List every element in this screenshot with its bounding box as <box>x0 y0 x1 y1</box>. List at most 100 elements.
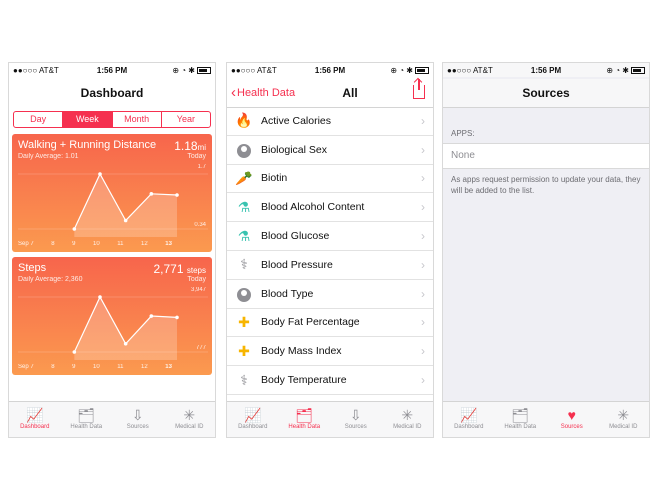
list-item-label: Body Mass Index <box>261 345 342 358</box>
list-item[interactable]: ✚ Body Mass Index › <box>227 337 433 367</box>
status-icons: ⊕ ◔ ✱ <box>172 66 195 75</box>
tab-sources[interactable]: ⇩ Sources <box>330 402 382 437</box>
list-item[interactable]: Biological Sex › <box>227 136 433 165</box>
tab-dashboard[interactable]: 📈 Dashboard <box>9 402 61 437</box>
card-average: Daily Average: 2,360 <box>18 276 83 283</box>
tab-label: Dashboard <box>238 424 268 430</box>
segment-month[interactable]: Month <box>113 112 162 127</box>
folder-heart-icon: 🗂 <box>295 407 314 423</box>
status-bar: ●●○○○ AT&T 1:56 PM ⊕ ◔ ✱ <box>227 63 433 77</box>
chevron-right-icon: › <box>421 315 425 330</box>
tab-health-data[interactable]: 🗂 Health Data <box>495 402 547 437</box>
series-area <box>74 174 177 237</box>
list-item[interactable]: 🥕 Biotin › <box>227 165 433 194</box>
health-data-screen: ●●○○○ AT&T 1:56 PM ⊕ ◔ ✱ ‹Health Data Al… <box>226 62 434 438</box>
data-point <box>98 295 102 299</box>
tab-health-data[interactable]: 🗂 Health Data <box>279 402 331 437</box>
tab-bar: 📈 Dashboard 🗂 Health Data ⇩ Sources ✳ Medica… <box>227 401 433 437</box>
asterisk-icon: ✳ <box>183 407 196 423</box>
tab-label: Medical ID <box>609 424 638 430</box>
stethoscope-icon: ⚕ <box>240 371 248 388</box>
tab-sources[interactable]: ⇩ Sources <box>112 402 164 437</box>
tab-medical-id[interactable]: ✳ Medical ID <box>164 402 216 437</box>
steps-card[interactable]: Steps Daily Average: 2,360 2,771 steps T… <box>12 257 212 375</box>
tab-dashboard[interactable]: 📈 Dashboard <box>443 402 495 437</box>
segment-week[interactable]: Week <box>63 112 113 127</box>
x-tick-label: 12 <box>141 241 148 247</box>
tab-label: Dashboard <box>454 424 484 430</box>
distance-card[interactable]: Walking + Running Distance Daily Average… <box>12 134 212 252</box>
page-title: Sources <box>443 79 649 107</box>
health-data-list: 🔥 Active Calories › Biological Sex › 🥕 Biotin ›… <box>227 107 433 395</box>
stethoscope-icon: ⚕ <box>240 256 248 273</box>
card-value-number: 1.18 <box>174 139 198 153</box>
chevron-right-icon: › <box>421 286 425 301</box>
data-point <box>123 341 128 346</box>
tab-dashboard[interactable]: 📈 Dashboard <box>227 402 279 437</box>
card-min-label: 0.34 <box>194 222 206 228</box>
data-point <box>149 314 154 318</box>
list-item[interactable]: ⚗ Blood Alcohol Content › <box>227 193 433 223</box>
folder-heart-icon: 🗂 <box>77 407 96 423</box>
chevron-right-icon: › <box>421 229 425 244</box>
x-tick-label: 9 <box>72 364 76 370</box>
page-title: All <box>342 86 358 100</box>
download-icon: ⇩ <box>349 407 362 423</box>
folder-heart-icon: 🗂 <box>511 407 530 423</box>
body-icon: ✚ <box>238 342 250 359</box>
x-tick-label: 13 <box>165 364 172 370</box>
segment-day[interactable]: Day <box>14 112 64 127</box>
data-point <box>123 218 128 223</box>
flame-icon: 🔥 <box>235 112 253 129</box>
card-value: 2,771 steps <box>154 262 207 276</box>
share-icon[interactable] <box>413 79 425 99</box>
list-item-label: Body Temperature <box>261 374 347 387</box>
tab-bar: 📈 Dashboard 🗂 Health Data ♥ Sources ✳ Medica… <box>443 401 649 437</box>
person-icon <box>227 142 261 158</box>
tab-health-data[interactable]: 🗂 Health Data <box>61 402 113 437</box>
list-item[interactable]: ✚ Body Fat Percentage › <box>227 309 433 338</box>
card-min-label: 777 <box>195 345 206 351</box>
tab-label: Health Data <box>70 424 103 430</box>
chart-icon: 📈 <box>460 407 478 423</box>
list-item[interactable]: ⚗ Blood Glucose › <box>227 222 433 251</box>
card-value-number: 2,771 <box>153 262 184 276</box>
section-header: APPS: <box>451 129 475 138</box>
chevron-right-icon: › <box>421 142 425 157</box>
list-item-label: Blood Glucose <box>261 230 330 243</box>
nav-divider <box>443 107 649 108</box>
tab-sources[interactable]: ♥ Sources <box>546 402 598 437</box>
carrot-icon: 🥕 <box>235 169 253 186</box>
tab-medical-id[interactable]: ✳ Medical ID <box>598 402 650 437</box>
list-item-label: Biotin <box>261 172 288 185</box>
heart-icon: ♥ <box>567 407 576 423</box>
tab-medical-id[interactable]: ✳ Medical ID <box>382 402 434 437</box>
tab-label: Sources <box>560 424 583 430</box>
list-item[interactable]: 🔥 Active Calories › <box>227 107 433 136</box>
person-icon <box>227 286 261 302</box>
list-item-label: Biological Sex <box>261 143 327 156</box>
chevron-right-icon: › <box>421 373 425 388</box>
card-average: Daily Average: 1.01 <box>18 153 79 160</box>
section-footer: As apps request permission to update you… <box>451 175 641 195</box>
download-icon: ⇩ <box>131 407 144 423</box>
tab-label: Dashboard <box>20 424 50 430</box>
status-icons: ⊕ ◔ ✱ <box>390 66 413 75</box>
battery-icon <box>631 67 645 74</box>
sources-screen: ●●○○○ AT&T 1:56 PM ⊕ ◔ ✱ Sources APPS: N… <box>442 62 650 438</box>
list-item[interactable]: ⚕ Body Temperature › <box>227 366 433 395</box>
card-today: Today <box>187 153 206 160</box>
list-item[interactable]: ⚕ Blood Pressure › <box>227 251 433 280</box>
list-item[interactable]: Blood Type › <box>227 280 433 309</box>
segment-year[interactable]: Year <box>162 112 210 127</box>
flask-icon: ⚗ <box>237 198 251 215</box>
asterisk-icon: ✳ <box>617 407 630 423</box>
x-tick-label: 10 <box>93 364 100 370</box>
period-segmented-control: Day Week Month Year <box>13 111 211 128</box>
none-row: None <box>443 143 649 169</box>
body-icon: ✚ <box>238 313 250 330</box>
chevron-right-icon: › <box>421 344 425 359</box>
tab-bar: 📈 Dashboard 🗂 Health Data ⇩ Sources ✳ Medica… <box>9 401 215 437</box>
battery-icon <box>197 67 211 74</box>
chevron-right-icon: › <box>421 113 425 128</box>
